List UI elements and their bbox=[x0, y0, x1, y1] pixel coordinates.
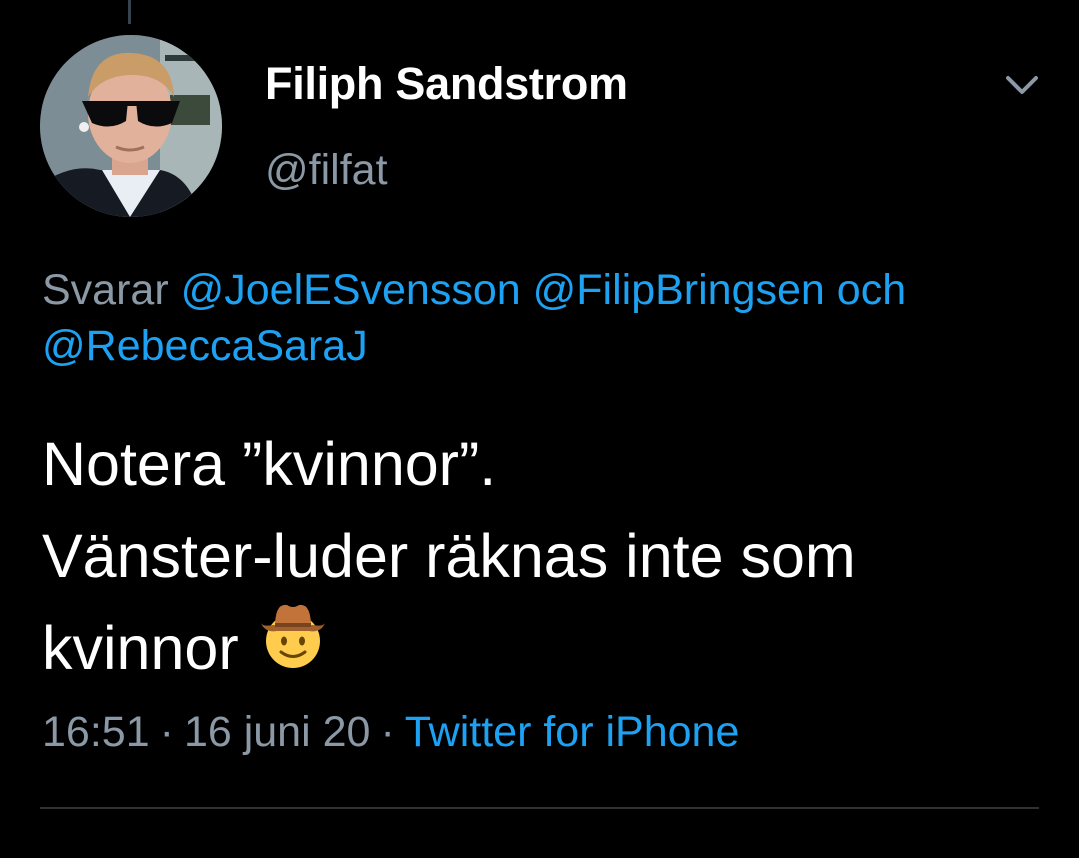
tweet-text: Notera ”kvinnor”. Vänster-luder räknas i… bbox=[42, 418, 1062, 696]
tweet-meta: 16:51 · 16 juni 20 · Twitter for iPhone bbox=[42, 708, 739, 757]
author-handle[interactable]: @filfat bbox=[265, 146, 388, 195]
meta-separator: · bbox=[159, 708, 174, 756]
tweet-time[interactable]: 16:51 bbox=[42, 708, 150, 756]
meta-separator: · bbox=[380, 708, 395, 756]
author-display-name[interactable]: Filiph Sandstrom bbox=[265, 58, 628, 110]
mention-link[interactable]: @JoelESvensson bbox=[181, 266, 521, 314]
tweet-text-line: Notera ”kvinnor”. bbox=[42, 430, 497, 498]
tweet-text-line-last: kvinnor bbox=[42, 602, 1062, 696]
avatar[interactable] bbox=[40, 35, 222, 217]
tweet-text-line: Vänster-luder räknas inte som bbox=[42, 522, 856, 590]
tweet-source-link[interactable]: Twitter for iPhone bbox=[405, 708, 740, 756]
divider bbox=[40, 807, 1039, 809]
chevron-down-icon[interactable] bbox=[992, 66, 1052, 110]
avatar-photo bbox=[40, 35, 222, 217]
mention-link[interactable]: @RebeccaSaraJ bbox=[42, 322, 368, 370]
reply-context: Svarar @JoelESvensson @FilipBringsen och… bbox=[42, 262, 1052, 374]
thread-connector-line bbox=[128, 0, 131, 24]
cowboy-hat-face-emoji bbox=[257, 597, 329, 696]
tweet-text-word: kvinnor bbox=[42, 614, 239, 682]
tweet-date[interactable]: 16 juni 20 bbox=[184, 708, 371, 756]
mention-conjunction: och bbox=[836, 266, 907, 314]
reply-prefix: Svarar bbox=[42, 266, 169, 314]
mention-link[interactable]: @FilipBringsen bbox=[533, 266, 825, 314]
